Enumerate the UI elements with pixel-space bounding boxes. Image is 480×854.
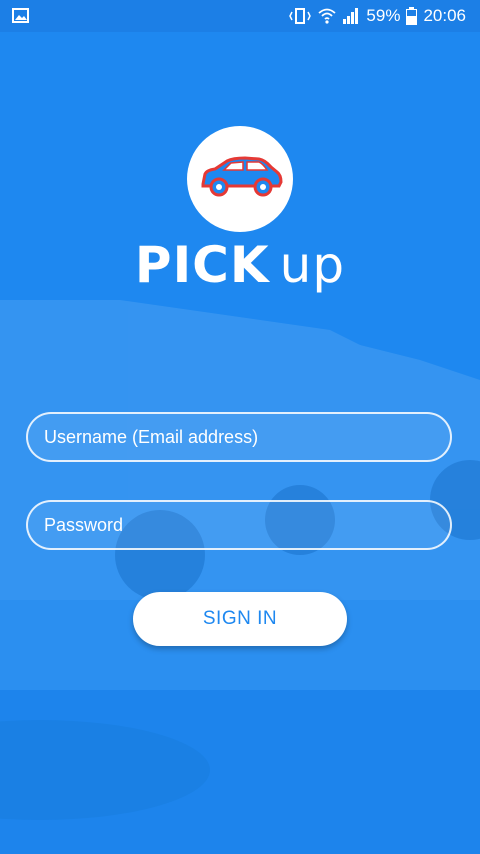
username-input[interactable]	[42, 425, 450, 449]
password-input[interactable]	[42, 513, 450, 537]
app-logo: PICK up	[0, 126, 480, 294]
image-icon	[12, 7, 30, 30]
username-field[interactable]	[26, 412, 452, 462]
password-field[interactable]	[26, 500, 452, 550]
app-name-bold: PICK	[134, 236, 270, 294]
status-bar: 59% 20:06	[0, 0, 480, 32]
clock: 20:06	[423, 6, 466, 25]
wifi-icon	[318, 7, 337, 25]
vibrate-icon	[288, 7, 312, 25]
battery-percent: 59%	[366, 6, 401, 25]
sign-in-button[interactable]: SIGN IN	[133, 592, 347, 646]
logo-circle	[187, 126, 293, 232]
app-name: PICK up	[0, 236, 480, 294]
app-name-light: up	[279, 236, 346, 294]
car-icon	[197, 152, 283, 207]
battery-icon	[406, 7, 418, 25]
signal-icon	[342, 7, 360, 25]
